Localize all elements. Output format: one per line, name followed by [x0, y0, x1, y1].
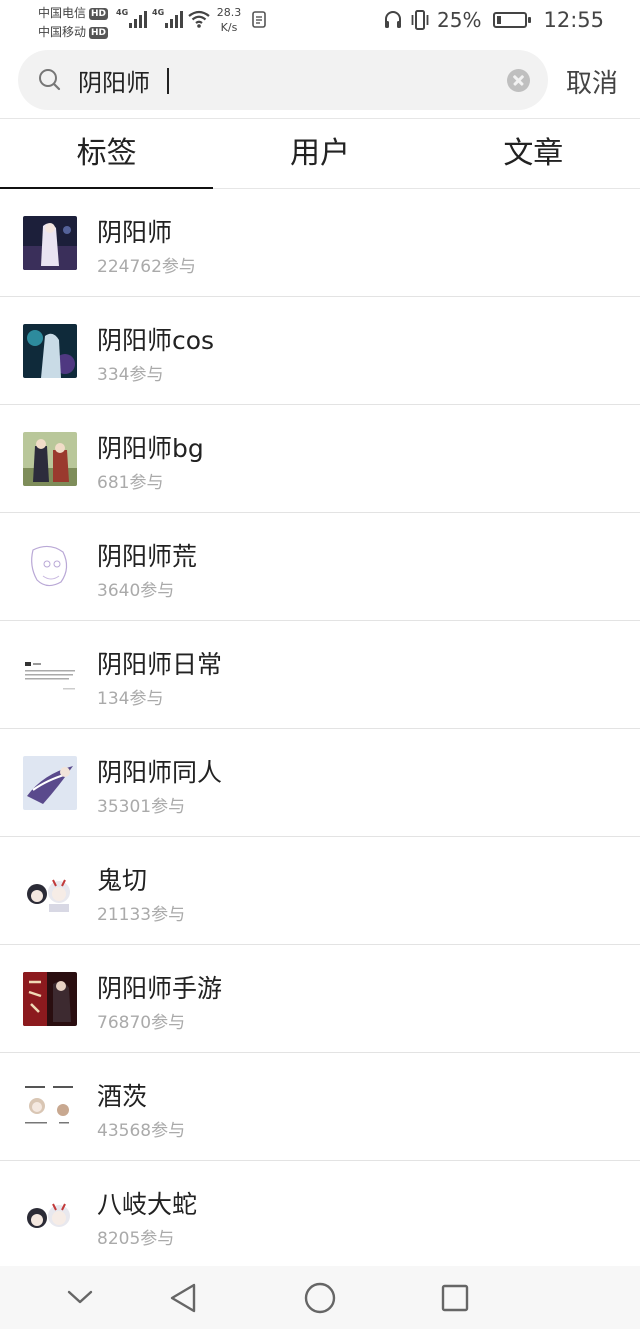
- home-icon[interactable]: [303, 1281, 337, 1315]
- status-right: 25% 12:55: [383, 8, 604, 32]
- carrier-1-label: 中国电信: [38, 6, 87, 20]
- tag-thumbnail: [23, 756, 77, 810]
- tag-name: 阴阳师同人: [97, 758, 223, 787]
- tab-articles[interactable]: 文章: [427, 119, 640, 188]
- back-icon[interactable]: [168, 1282, 198, 1314]
- recent-apps-icon[interactable]: [440, 1283, 470, 1313]
- tag-participants: 21133参与: [97, 905, 186, 925]
- tab-bar: 标签 用户 文章: [0, 118, 640, 189]
- tag-participants: 681参与: [97, 473, 164, 493]
- status-bar: 中国电信 HD 中国移动 HD 4G 4G 28.3 K/s 25% 12:55: [0, 0, 640, 44]
- list-item[interactable]: 阴阳师荒 3640参与: [0, 513, 640, 621]
- tag-name: 阴阳师荒: [97, 542, 198, 571]
- speed-value: 28.3: [216, 6, 242, 19]
- search-input[interactable]: [78, 62, 498, 98]
- list-item[interactable]: 鬼切 21133参与: [0, 837, 640, 945]
- clock: 12:55: [543, 8, 604, 32]
- tab-tags[interactable]: 标签: [0, 119, 214, 189]
- cancel-button[interactable]: 取消: [566, 63, 618, 100]
- tag-participants: 334参与: [97, 365, 164, 385]
- clear-icon[interactable]: [507, 69, 530, 92]
- tag-name: 阴阳师cos: [97, 326, 215, 355]
- tag-thumbnail: [23, 540, 77, 594]
- battery-percent: 25%: [437, 8, 482, 32]
- search-bar: 取消: [0, 50, 640, 112]
- list-item[interactable]: 阴阳师cos 334参与: [0, 297, 640, 405]
- list-item[interactable]: 八岐大蛇 8205参与: [0, 1161, 640, 1269]
- wifi-icon: [188, 10, 210, 28]
- system-nav-bar: [0, 1266, 640, 1329]
- tag-thumbnail: [23, 972, 77, 1026]
- signal-2-icon: 4G: [152, 8, 184, 28]
- tag-thumbnail: [23, 1080, 77, 1134]
- list-item[interactable]: 阴阳师同人 35301参与: [0, 729, 640, 837]
- list-item[interactable]: 阴阳师手游 76870参与: [0, 945, 640, 1053]
- tag-list: 阴阳师 224762参与 阴阳师cos 334参与 阴阳师bg 681参与 阴阳…: [0, 189, 640, 1269]
- signal-1-icon: 4G: [116, 8, 148, 28]
- tag-participants: 76870参与: [97, 1013, 186, 1033]
- tag-thumbnail: [23, 432, 77, 486]
- list-item[interactable]: 阴阳师 224762参与: [0, 189, 640, 297]
- tag-participants: 35301参与: [97, 797, 186, 817]
- tag-participants: 224762参与: [97, 257, 196, 277]
- tag-thumbnail: [23, 648, 77, 702]
- hd-badge-2: HD: [89, 26, 109, 39]
- chevron-down-icon[interactable]: [66, 1288, 94, 1306]
- battery-icon: [493, 12, 532, 28]
- tag-name: 酒茨: [97, 1082, 148, 1111]
- list-item[interactable]: 阴阳师bg 681参与: [0, 405, 640, 513]
- tag-name: 阴阳师: [97, 218, 173, 247]
- tag-name: 鬼切: [97, 866, 148, 895]
- hd-badge-1: HD: [89, 7, 109, 20]
- list-item[interactable]: 酒茨 43568参与: [0, 1053, 640, 1161]
- tag-thumbnail: [23, 216, 77, 270]
- carrier-info: 中国电信 HD 中国移动 HD: [38, 4, 116, 42]
- carrier-2-label: 中国移动: [38, 25, 87, 39]
- text-caret: [167, 68, 169, 94]
- tag-participants: 3640参与: [97, 581, 175, 601]
- tag-thumbnail: [23, 324, 77, 378]
- vibrate-icon: [411, 10, 429, 30]
- tag-participants: 134参与: [97, 689, 164, 709]
- tag-name: 阴阳师手游: [97, 974, 223, 1003]
- speed-unit: K/s: [220, 21, 238, 34]
- tag-participants: 43568参与: [97, 1121, 186, 1141]
- tag-name: 阴阳师bg: [97, 434, 204, 463]
- tag-name: 阴阳师日常: [97, 650, 223, 679]
- tab-users[interactable]: 用户: [213, 119, 426, 188]
- tag-name: 八岐大蛇: [97, 1190, 198, 1219]
- network-speed: 28.3 K/s: [213, 5, 245, 35]
- network-tag-1: 4G: [116, 8, 129, 17]
- search-box[interactable]: [18, 50, 548, 110]
- tag-thumbnail: [23, 1188, 77, 1242]
- network-tag-2: 4G: [152, 8, 165, 17]
- tag-thumbnail: [23, 864, 77, 918]
- search-icon: [39, 69, 61, 91]
- list-item[interactable]: 阴阳师日常 134参与: [0, 621, 640, 729]
- document-notification-icon: [252, 11, 266, 28]
- tag-participants: 8205参与: [97, 1229, 175, 1249]
- headphones-icon: [385, 11, 402, 28]
